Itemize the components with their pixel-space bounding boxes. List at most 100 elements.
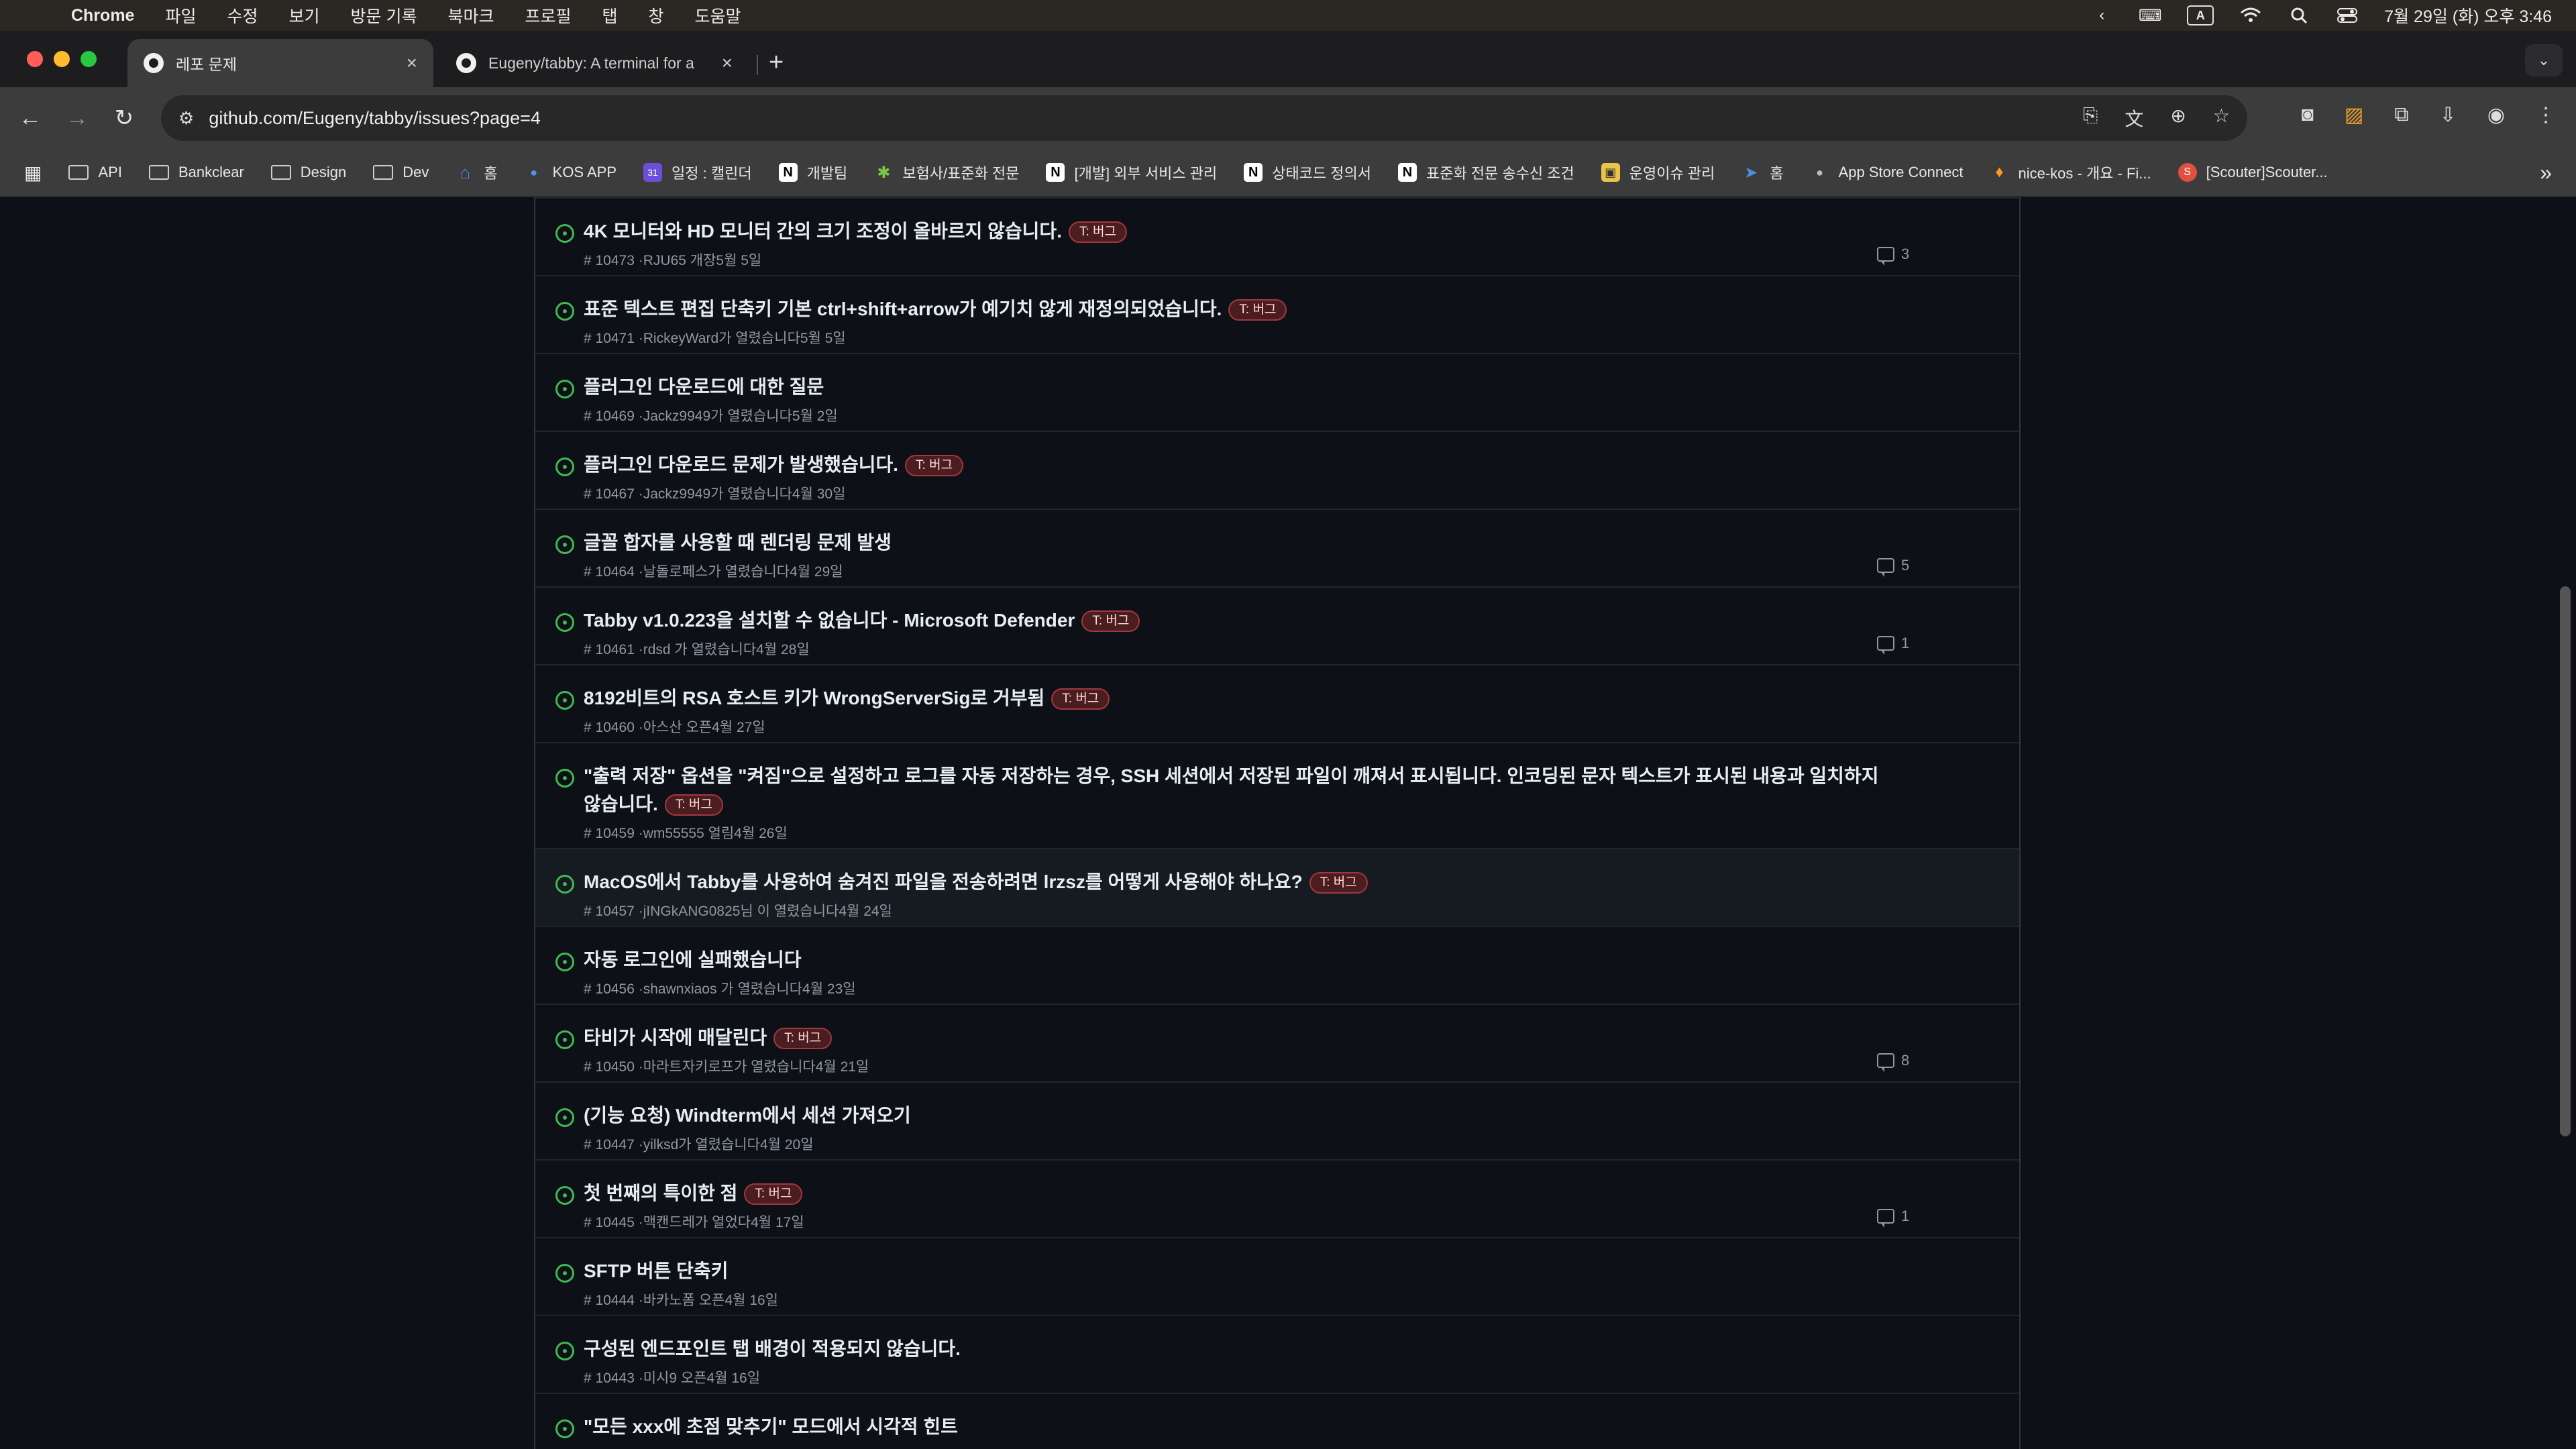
address-bar[interactable]: ⚙ github.com/Eugeny/tabby/issues?page=4 … bbox=[161, 95, 2247, 141]
bookmark-dev[interactable]: Dev bbox=[373, 164, 429, 181]
bug-label[interactable]: T: 버그 bbox=[905, 455, 964, 476]
close-tab-icon[interactable]: × bbox=[407, 52, 417, 74]
issue-title-text[interactable]: SFTP 버튼 단축키 bbox=[584, 1260, 728, 1281]
bookmark-external-services[interactable]: N [개발] 외부 서비스 관리 bbox=[1046, 162, 1217, 183]
issue-title-text[interactable]: Tabby v1.0.223을 설치할 수 없습니다 - Microsoft D… bbox=[584, 610, 1075, 631]
bookmark-star-icon[interactable]: ☆ bbox=[2213, 105, 2230, 131]
issue-title[interactable]: SFTP 버튼 단축키 bbox=[584, 1257, 1885, 1285]
issue-row[interactable]: 타비가 시작에 매달린다 T: 버그 # 10450 ·마라트자키로프가 열렸습니… bbox=[535, 1004, 2019, 1081]
tab-search-button[interactable]: ⌄ bbox=[2525, 44, 2563, 76]
issue-title-text[interactable]: "모든 xxx에 초점 맞추기" 모드에서 시각적 힌트 bbox=[584, 1416, 958, 1437]
camera-extension-icon[interactable]: ◙ bbox=[2302, 103, 2314, 127]
issue-title[interactable]: 구성된 엔드포인트 탭 배경이 적용되지 않습니다. bbox=[584, 1335, 1885, 1363]
issue-title[interactable]: 첫 번째의 특이한 점 T: 버그 bbox=[584, 1179, 1885, 1208]
issue-title-text[interactable]: 구성된 엔드포인트 탭 배경이 적용되지 않습니다. bbox=[584, 1338, 961, 1359]
issue-title[interactable]: Tabby v1.0.223을 설치할 수 없습니다 - Microsoft D… bbox=[584, 606, 1885, 635]
bookmark-api[interactable]: API bbox=[68, 164, 122, 181]
issue-row[interactable]: 4K 모니터와 HD 모니터 간의 크기 조정이 올바르지 않습니다. T: 버그… bbox=[535, 197, 2019, 275]
issue-row[interactable]: 플러그인 다운로드에 대한 질문 # 10469 ·Jackz9949가 열렸습… bbox=[535, 353, 2019, 431]
tab-tabby-repo[interactable]: Eugeny/tabby: A terminal for a × bbox=[440, 39, 749, 87]
issue-title-text[interactable]: MacOS에서 Tabby를 사용하여 숨겨진 파일을 전송하려면 lrzsz를… bbox=[584, 871, 1303, 892]
issue-title[interactable]: "출력 저장" 옵션을 "켜짐"으로 설정하고 로그를 자동 저장하는 경우, … bbox=[584, 762, 1885, 818]
issue-row[interactable]: 표준 텍스트 편집 단축키 기본 ctrl+shift+arrow가 예기치 않… bbox=[535, 275, 2019, 353]
issue-title-text[interactable]: 자동 로그인에 실패했습니다 bbox=[584, 949, 802, 970]
bookmark-standard-conditions[interactable]: N 표준화 전문 송수신 조건 bbox=[1398, 162, 1574, 183]
new-tab-button[interactable]: + bbox=[769, 48, 784, 77]
issue-title[interactable]: 플러그인 다운로드에 대한 질문 bbox=[584, 373, 1885, 401]
bookmark-home[interactable]: ⌂ 홈 bbox=[455, 162, 498, 183]
issue-row[interactable]: 8192비트의 RSA 호스트 키가 WrongServerSig로 거부됨 T:… bbox=[535, 664, 2019, 742]
issue-title-text[interactable]: 표준 텍스트 편집 단축키 기본 ctrl+shift+arrow가 예기치 않… bbox=[584, 299, 1222, 319]
issue-row[interactable]: 플러그인 다운로드 문제가 발생했습니다. T: 버그 # 10467 ·Jack… bbox=[535, 431, 2019, 508]
bug-label[interactable]: T: 버그 bbox=[1068, 221, 1128, 243]
reload-icon[interactable]: ↻ bbox=[101, 105, 148, 131]
menu-profile[interactable]: 프로필 bbox=[525, 3, 571, 28]
issue-title[interactable]: 표준 텍스트 편집 단축키 기본 ctrl+shift+arrow가 예기치 않… bbox=[584, 295, 1885, 323]
downloads-icon[interactable]: ⇩ bbox=[2440, 103, 2457, 127]
wifi-icon[interactable] bbox=[2239, 6, 2262, 25]
issue-title[interactable]: 플러그인 다운로드 문제가 발생했습니다. T: 버그 bbox=[584, 451, 1885, 479]
issue-title[interactable]: (기능 요청) Windterm에서 세션 가져오기 bbox=[584, 1102, 1885, 1130]
close-window-icon[interactable] bbox=[27, 51, 43, 67]
issue-row[interactable]: Tabby v1.0.223을 설치할 수 없습니다 - Microsoft D… bbox=[535, 586, 2019, 664]
comment-count[interactable]: 1 bbox=[1877, 1208, 1909, 1228]
comment-count[interactable]: 5 bbox=[1877, 557, 1909, 577]
issue-title-text[interactable]: (기능 요청) Windterm에서 세션 가져오기 bbox=[584, 1105, 911, 1126]
extensions-icon[interactable]: ⧉ bbox=[2394, 103, 2408, 127]
bug-label[interactable]: T: 버그 bbox=[744, 1183, 803, 1205]
issue-title-text[interactable]: "출력 저장" 옵션을 "켜짐"으로 설정하고 로그를 자동 저장하는 경우, … bbox=[584, 765, 1878, 814]
bug-label[interactable]: T: 버그 bbox=[664, 794, 723, 816]
issue-row[interactable]: MacOS에서 Tabby를 사용하여 숨겨진 파일을 전송하려면 lrzsz를… bbox=[535, 848, 2019, 926]
bookmark-app-store-connect[interactable]: ● App Store Connect bbox=[1811, 163, 1963, 182]
menu-bookmarks[interactable]: 북마크 bbox=[447, 3, 494, 28]
comment-count[interactable]: 1 bbox=[1877, 635, 1909, 655]
issue-row[interactable]: 자동 로그인에 실패했습니다 # 10456 ·shawnxiaos 가 열렸습… bbox=[535, 926, 2019, 1004]
issue-row[interactable]: "출력 저장" 옵션을 "켜짐"으로 설정하고 로그를 자동 저장하는 경우, … bbox=[535, 742, 2019, 848]
issue-row[interactable]: SFTP 버튼 단축키 # 10444 ·바카노폼 오픈4월 16일 bbox=[535, 1237, 2019, 1315]
apps-grid-icon[interactable]: ▦ bbox=[24, 162, 42, 184]
issue-title[interactable]: MacOS에서 Tabby를 사용하여 숨겨진 파일을 전송하려면 lrzsz를… bbox=[584, 868, 1885, 896]
issue-row[interactable]: 글꼴 합자를 사용할 때 렌더링 문제 발생 # 10464 ·날돌로페스가 열… bbox=[535, 508, 2019, 586]
bug-label[interactable]: T: 버그 bbox=[1081, 610, 1140, 632]
bookmark-dev-team[interactable]: N 개발팀 bbox=[778, 162, 847, 183]
back-arrow-icon[interactable]: ← bbox=[7, 105, 54, 131]
bookmark-calendar[interactable]: 31 일정 : 캘린더 bbox=[643, 162, 752, 183]
forward-arrow-icon[interactable]: → bbox=[54, 105, 101, 131]
bookmarks-overflow-button[interactable]: » bbox=[2540, 160, 2552, 185]
keyboard-icon[interactable]: ⌨ bbox=[2139, 6, 2162, 25]
menubar-clock[interactable]: 7월 29일 (화) 오후 3:46 bbox=[2384, 3, 2552, 28]
chevron-left-icon[interactable]: ‹ bbox=[2090, 6, 2113, 25]
zoom-icon[interactable]: ⊕ bbox=[2170, 105, 2186, 131]
bookmark-status-codes[interactable]: N 상태코드 정의서 bbox=[1244, 162, 1371, 183]
color-extension-icon[interactable]: ▨ bbox=[2345, 103, 2363, 127]
issue-row[interactable]: (기능 요청) Windterm에서 세션 가져오기 # 10447 ·yilk… bbox=[535, 1081, 2019, 1159]
issue-title-text[interactable]: 첫 번째의 특이한 점 bbox=[584, 1183, 737, 1203]
menu-file[interactable]: 파일 bbox=[165, 3, 196, 28]
site-info-icon[interactable]: ⚙ bbox=[178, 108, 194, 129]
bug-label[interactable]: T: 버그 bbox=[1228, 299, 1287, 321]
bookmark-kos-app[interactable]: ● KOS APP bbox=[525, 163, 616, 182]
bug-label[interactable]: T: 버그 bbox=[1309, 872, 1368, 894]
issue-title[interactable]: "모든 xxx에 초점 맞추기" 모드에서 시각적 힌트 bbox=[584, 1413, 1885, 1441]
page-scrollbar[interactable] bbox=[2560, 586, 2571, 1136]
bookmark-insurance[interactable]: ✱ 보험사/표준화 전문 bbox=[874, 162, 1019, 183]
bookmark-scouter[interactable]: S [Scouter]Scouter... bbox=[2178, 163, 2328, 182]
input-source-icon[interactable]: A bbox=[2187, 5, 2214, 25]
install-app-icon[interactable]: ⎘ bbox=[2083, 105, 2098, 131]
menu-tab[interactable]: 탭 bbox=[602, 3, 618, 28]
issue-title-text[interactable]: 글꼴 합자를 사용할 때 렌더링 문제 발생 bbox=[584, 532, 892, 553]
more-menu-icon[interactable]: ⋮ bbox=[2536, 103, 2556, 127]
bug-label[interactable]: T: 버그 bbox=[773, 1028, 833, 1049]
comment-count[interactable]: 8 bbox=[1877, 1052, 1909, 1072]
menu-edit[interactable]: 수정 bbox=[227, 3, 258, 28]
zoom-window-icon[interactable] bbox=[80, 51, 97, 67]
issue-title-text[interactable]: 타비가 시작에 매달린다 bbox=[584, 1027, 767, 1048]
issue-title-text[interactable]: 4K 모니터와 HD 모니터 간의 크기 조정이 올바르지 않습니다. bbox=[584, 221, 1062, 241]
issue-title[interactable]: 4K 모니터와 HD 모니터 간의 크기 조정이 올바르지 않습니다. T: 버그 bbox=[584, 217, 1885, 246]
spotlight-search-icon[interactable] bbox=[2288, 6, 2310, 25]
bookmark-ops-issues[interactable]: ▣ 운영이슈 관리 bbox=[1601, 162, 1715, 183]
profile-icon[interactable]: ◉ bbox=[2487, 103, 2505, 127]
issue-row[interactable]: 구성된 엔드포인트 탭 배경이 적용되지 않습니다. # 10443 ·미시9 … bbox=[535, 1315, 2019, 1393]
issue-title[interactable]: 8192비트의 RSA 호스트 키가 WrongServerSig로 거부됨 T:… bbox=[584, 684, 1885, 712]
menu-app-chrome[interactable]: Chrome bbox=[71, 6, 134, 25]
